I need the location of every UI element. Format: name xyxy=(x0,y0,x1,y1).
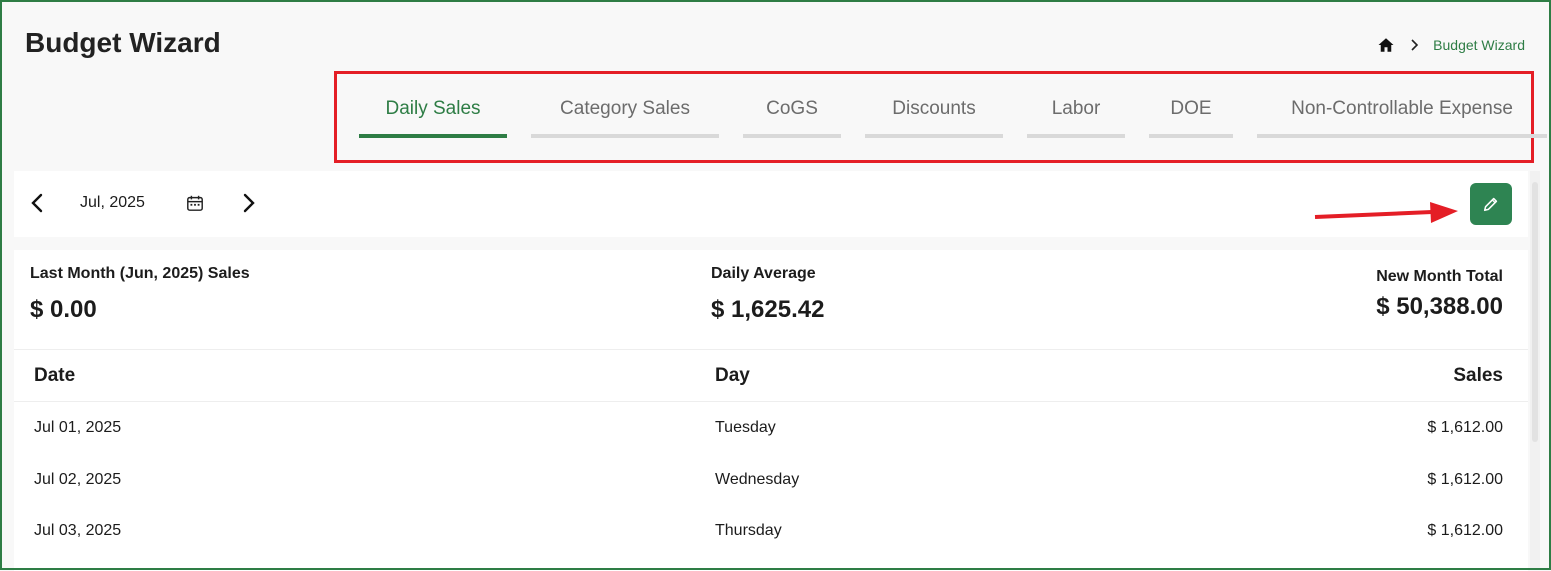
tab-non-controllable-expense[interactable]: Non-Controllable Expense xyxy=(1257,94,1547,138)
pencil-icon xyxy=(1483,197,1498,212)
prev-month-icon[interactable] xyxy=(26,191,50,215)
cell-day: Thursday xyxy=(715,522,782,539)
tab-daily-sales[interactable]: Daily Sales xyxy=(359,94,507,138)
last-month-label: Last Month (Jun, 2025) Sales xyxy=(30,265,250,282)
table-row[interactable]: Jul 02, 2025 Wednesday $ 1,612.00 xyxy=(14,461,1528,512)
tab-cogs[interactable]: CoGS xyxy=(743,94,841,138)
tab-category-sales[interactable]: Category Sales xyxy=(531,94,719,138)
cell-date: Jul 01, 2025 xyxy=(34,419,122,436)
table-row[interactable]: Jul 03, 2025 Thursday $ 1,612.00 xyxy=(14,512,1528,563)
last-month-value: $ 0.00 xyxy=(30,296,97,323)
cell-date: Jul 02, 2025 xyxy=(34,471,122,488)
month-label: Jul, 2025 xyxy=(80,194,145,211)
tab-labor[interactable]: Labor xyxy=(1027,94,1125,138)
daily-average-value: $ 1,625.42 xyxy=(711,296,825,323)
month-toolbar: Jul, 2025 xyxy=(14,171,1528,237)
daily-average-label: Daily Average xyxy=(711,265,816,282)
chevron-right-icon xyxy=(1411,39,1419,51)
table-row[interactable]: Jul 01, 2025 Tuesday $ 1,612.00 xyxy=(14,409,1528,460)
content-panel: Jul, 2025 Last Month (Jun, 2025) Sales $… xyxy=(14,171,1528,571)
calendar-icon[interactable] xyxy=(186,194,204,212)
new-month-total-label: New Month Total xyxy=(1376,268,1503,285)
tab-discounts[interactable]: Discounts xyxy=(865,94,1003,138)
cell-sales: $ 1,612.00 xyxy=(1427,471,1503,488)
separator-strip xyxy=(14,237,1528,250)
new-month-total-value: $ 50,388.00 xyxy=(1376,293,1503,320)
tab-doe[interactable]: DOE xyxy=(1149,94,1233,138)
breadcrumb: Budget Wizard xyxy=(1377,36,1525,54)
tab-bar: Daily Sales Category Sales CoGS Discount… xyxy=(359,94,1547,140)
edit-button[interactable] xyxy=(1470,183,1512,225)
breadcrumb-current[interactable]: Budget Wizard xyxy=(1433,37,1525,53)
page-title: Budget Wizard xyxy=(25,27,221,58)
column-header-sales: Sales xyxy=(1453,365,1503,386)
summary-divider xyxy=(14,349,1528,350)
cell-sales: $ 1,612.00 xyxy=(1427,522,1503,539)
scrollbar-thumb[interactable] xyxy=(1532,182,1538,442)
home-icon[interactable] xyxy=(1377,36,1395,54)
cell-date: Jul 03, 2025 xyxy=(34,522,122,539)
next-month-icon[interactable] xyxy=(236,191,260,215)
column-header-date: Date xyxy=(34,365,76,386)
annotation-arrow-icon xyxy=(1314,202,1458,223)
column-header-day: Day xyxy=(715,365,750,386)
cell-sales: $ 1,612.00 xyxy=(1427,419,1503,436)
cell-day: Tuesday xyxy=(715,419,776,436)
cell-day: Wednesday xyxy=(715,471,800,488)
header-divider xyxy=(14,401,1528,402)
